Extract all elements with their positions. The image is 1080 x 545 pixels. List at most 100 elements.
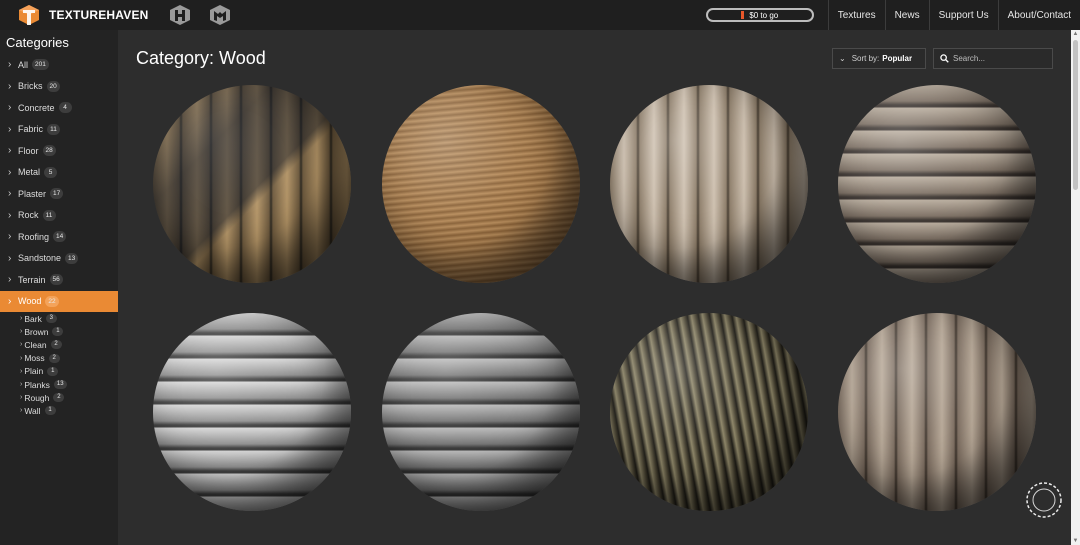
subcategory-count-badge: 2 <box>53 393 65 403</box>
subcategory-item-bark[interactable]: › Bark 3 <box>0 312 118 325</box>
texture-thumbnail-8[interactable] <box>838 313 1036 511</box>
subcategory-label: Rough <box>24 392 50 403</box>
chevron-right-icon: › <box>20 367 23 375</box>
nav-support-us[interactable]: Support Us <box>928 0 998 30</box>
nav-news[interactable]: News <box>884 0 929 30</box>
texture-thumbnail-7[interactable] <box>610 313 808 511</box>
sidebar-item-all[interactable]: › All 201 <box>0 54 118 76</box>
chevron-right-icon: › <box>20 394 23 402</box>
search-box <box>933 48 1053 69</box>
texture-thumbnail-1[interactable] <box>153 85 351 283</box>
subcategory-label: Clean <box>24 339 47 350</box>
subcategory-label: Planks <box>24 379 50 390</box>
page-scrollbar[interactable]: ▲ ▼ <box>1071 30 1080 545</box>
top-bar: TEXTUREHAVEN $0 to go Textures News Suppor… <box>0 0 1080 30</box>
texture-thumbnail-3[interactable] <box>610 85 808 283</box>
sidebar-title: Categories <box>6 35 69 50</box>
brand-name: TEXTUREHAVEN <box>49 8 149 22</box>
sort-value: Popular <box>882 54 913 63</box>
3dmodelhaven-icon[interactable] <box>209 4 231 26</box>
subcategory-count-badge: 1 <box>52 327 64 337</box>
subcategory-count-badge: 13 <box>53 380 67 390</box>
chevron-right-icon: › <box>8 188 12 200</box>
sort-dropdown[interactable]: ⌄ Sort by: Popular <box>832 48 926 69</box>
subcategory-item-moss[interactable]: › Moss 2 <box>0 352 118 365</box>
subcategory-count-badge: 1 <box>47 366 59 376</box>
texture-thumbnail-4[interactable] <box>838 85 1036 283</box>
subcategory-label: Brown <box>24 326 49 337</box>
scrollbar-thumb[interactable] <box>1073 40 1078 190</box>
chevron-right-icon: › <box>8 123 12 135</box>
subcategory-label: Bark <box>24 313 42 324</box>
category-label: Plaster <box>18 188 47 199</box>
category-label: Roofing <box>18 231 50 242</box>
category-count-badge: 14 <box>53 231 67 243</box>
sidebar-item-fabric[interactable]: › Fabric 11 <box>0 119 118 141</box>
subcategory-label: Wall <box>24 405 41 416</box>
category-label: Floor <box>18 145 39 156</box>
chevron-right-icon: › <box>8 295 12 307</box>
sort-label: Sort by: <box>851 54 880 63</box>
chevron-right-icon: › <box>8 166 12 178</box>
category-label: Sandstone <box>18 253 62 264</box>
page-title: Category: Wood <box>136 48 266 68</box>
texture-thumbnail-2[interactable] <box>382 85 580 283</box>
chevron-right-icon: › <box>20 407 23 415</box>
category-count-badge: 11 <box>42 209 56 221</box>
search-input[interactable] <box>953 54 1048 63</box>
chevron-right-icon: › <box>20 354 23 362</box>
subcategory-count-badge: 1 <box>44 406 56 416</box>
chevron-right-icon: › <box>8 102 12 114</box>
subcategory-item-plain[interactable]: › Plain 1 <box>0 365 118 378</box>
chevron-right-icon: › <box>8 231 12 243</box>
texture-thumbnail-5[interactable] <box>153 313 351 511</box>
category-count-badge: 22 <box>45 295 59 307</box>
category-count-badge: 13 <box>65 252 79 264</box>
donation-label: $0 to go <box>749 10 779 20</box>
donation-progress-button[interactable]: $0 to go <box>705 8 814 22</box>
sidebar-item-roofing[interactable]: › Roofing 14 <box>0 226 118 248</box>
category-count-badge: 17 <box>50 188 64 200</box>
nav-textures[interactable]: Textures <box>827 0 885 30</box>
subcategory-item-wall[interactable]: › Wall 1 <box>0 404 118 417</box>
main-content: Category: Wood ⌄ Sort by: Popular <box>118 30 1071 545</box>
sidebar-item-terrain[interactable]: › Terrain 56 <box>0 269 118 291</box>
scroll-up-arrow-icon[interactable]: ▲ <box>1071 31 1080 37</box>
chevron-right-icon: › <box>8 59 12 71</box>
site-logo[interactable]: TEXTUREHAVEN <box>18 4 149 26</box>
category-label: Metal <box>18 167 41 178</box>
category-count-badge: 20 <box>46 80 60 92</box>
subcategory-item-rough[interactable]: › Rough 2 <box>0 391 118 404</box>
sidebar-item-bricks[interactable]: › Bricks 20 <box>0 76 118 98</box>
nav-about-contact[interactable]: About/Contact <box>997 0 1080 30</box>
category-label: Fabric <box>18 124 44 135</box>
hdrihaven-icon[interactable] <box>169 4 191 26</box>
subcategory-item-brown[interactable]: › Brown 1 <box>0 325 118 338</box>
texture-thumbnail-6[interactable] <box>382 313 580 511</box>
sidebar-item-plaster[interactable]: › Plaster 17 <box>0 183 118 205</box>
subcategory-item-clean[interactable]: › Clean 2 <box>0 338 118 351</box>
sidebar-item-rock[interactable]: › Rock 11 <box>0 205 118 227</box>
search-icon <box>940 54 949 63</box>
category-count-badge: 56 <box>49 274 63 286</box>
category-label: Wood <box>18 296 42 307</box>
category-label: Rock <box>18 210 39 221</box>
scroll-down-arrow-icon[interactable]: ▼ <box>1071 538 1080 544</box>
sidebar-item-concrete[interactable]: › Concrete 4 <box>0 97 118 119</box>
subcategory-count-badge: 3 <box>45 314 57 324</box>
category-count-badge: 11 <box>47 123 61 135</box>
category-count-badge: 28 <box>42 145 56 157</box>
subcategory-label: Plain <box>24 366 44 377</box>
sidebar-item-wood[interactable]: › Wood 22 <box>0 290 118 312</box>
chevron-right-icon: › <box>8 145 12 157</box>
sidebar-item-metal[interactable]: › Metal 5 <box>0 162 118 184</box>
top-nav: Textures News Support Us About/Contact <box>827 0 1080 30</box>
sidebar-item-sandstone[interactable]: › Sandstone 13 <box>0 248 118 270</box>
subcategory-label: Moss <box>24 353 45 364</box>
sidebar-item-floor[interactable]: › Floor 28 <box>0 140 118 162</box>
watermark-seal-icon <box>1026 482 1062 518</box>
category-label: All <box>18 59 29 70</box>
category-label: Bricks <box>18 81 43 92</box>
subcategory-item-planks[interactable]: › Planks 13 <box>0 378 118 391</box>
category-sidebar: Categories › All 201 › Bricks 20 › Concrete 4 › Fa… <box>0 30 118 545</box>
